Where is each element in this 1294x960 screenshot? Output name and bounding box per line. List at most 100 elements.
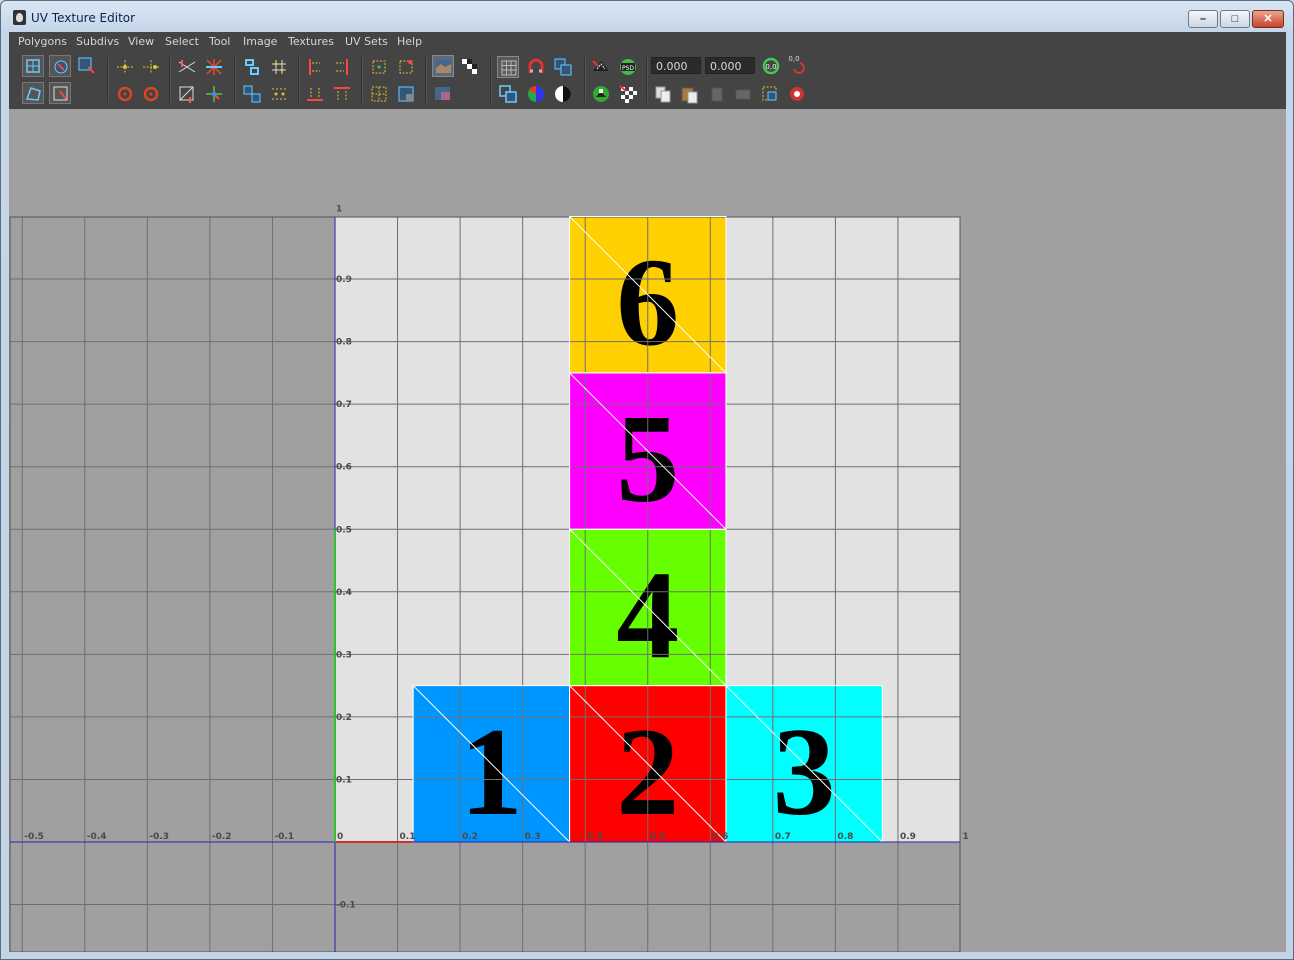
flip-v-icon[interactable] [140,56,162,78]
u-axis-label: 0.1 [400,832,416,842]
separator [490,57,492,103]
flip-u-icon[interactable] [114,56,136,78]
move-and-sew-icon[interactable] [203,83,225,105]
separator [234,57,236,103]
paste-v-icon[interactable] [732,83,754,105]
u-axis-label: 0.8 [837,832,853,842]
v-axis-label: 0.6 [336,463,352,473]
uv-viewport[interactable]: 1 2 3 4 5 6 -0.5 -0.4 -0.3 -0.2 -0.1 0 0.1 0.2 0.3 0.4 0… [9,109,1286,952]
maximize-icon: □ [1231,13,1239,25]
move-uv-shell-tool-icon[interactable] [76,55,98,77]
align-max-v-icon[interactable] [331,83,353,105]
menu-tool[interactable]: Tool [209,35,230,48]
window-title: UV Texture Editor [31,11,136,25]
select-shell-icon[interactable] [395,83,417,105]
u-axis-label: 0.4 [587,832,603,842]
cycle-uvs-icon[interactable] [759,83,781,105]
minimize-icon: – [1199,13,1207,25]
menu-help[interactable]: Help [397,35,422,48]
v-axis-label: 0.8 [336,338,352,348]
menu-subdivs[interactable]: Subdivs [76,35,119,48]
split-uvs-icon[interactable] [203,56,225,78]
dim-image-icon[interactable] [459,56,481,78]
v-axis-label: 0.7 [336,400,352,410]
v-axis-label: 0.3 [336,650,352,660]
shaded-uv-display-icon[interactable] [552,56,574,78]
menu-bar: Polygons Subdivs View Select Tool Image … [9,32,1286,51]
sew-uv-edges-icon[interactable] [176,83,198,105]
texture-borders-icon[interactable] [497,83,519,105]
u-axis-label: -0.4 [87,832,107,842]
separator [584,57,586,103]
menu-select[interactable]: Select [165,35,199,48]
separator [361,57,363,103]
v-axis-label: -0.1 [336,901,356,911]
unfold-uvs-icon[interactable] [241,83,263,105]
select-uv-tool-icon[interactable] [22,82,44,104]
layout-uvs-icon[interactable] [241,56,263,78]
separator [425,57,427,103]
menu-image[interactable]: Image [243,35,277,48]
align-uvs-icon[interactable] [268,56,290,78]
update-psd-icon[interactable]: PSD [617,56,639,78]
select-shell-border-icon[interactable] [368,83,390,105]
v-axis-label: 0.9 [336,275,352,285]
v-axis-label: 0.1 [336,775,352,785]
uv-smudge-tool-icon[interactable] [49,55,71,77]
align-min-v-icon[interactable] [304,83,326,105]
uv-face-number-1: 1 [460,703,523,842]
minimize-button[interactable]: – [1188,10,1218,28]
u-axis-label: 0.7 [775,832,791,842]
uv-lattice-tool-icon[interactable] [22,55,44,77]
title-bar[interactable]: UV Texture Editor – □ ✕ [1,1,1293,33]
rotate-cw-icon[interactable] [140,83,162,105]
uv-sets-icon[interactable] [786,83,808,105]
relax-uvs-icon[interactable] [268,83,290,105]
uv-texture-editor-window: UV Texture Editor – □ ✕ Polygons Subdivs… [0,0,1294,960]
v-axis-label: 0.4 [336,588,352,598]
menu-view[interactable]: View [128,35,154,48]
checker-tiles-icon[interactable] [617,83,639,105]
u-axis-label: 0 [337,832,343,842]
v-value-field[interactable]: 0.000 [705,57,755,74]
refresh-uv-values-icon[interactable]: 0,0 [760,55,782,77]
paste-u-icon[interactable] [706,83,728,105]
cut-uv-edges-icon[interactable] [176,56,198,78]
u-axis-label: 0.5 [650,832,666,842]
maya-app-icon [13,10,26,25]
align-max-u-icon[interactable] [331,56,353,78]
separator [646,57,648,103]
grow-selection-icon[interactable] [368,56,390,78]
separator [107,57,109,103]
u-axis-label: -0.2 [212,832,232,842]
toolbar: PSD 0.000 0.000 0,0 0,0 [9,51,1286,109]
paste-uvs-icon[interactable] [679,83,701,105]
maximize-button[interactable]: □ [1220,10,1250,28]
shrink-selection-icon[interactable] [395,56,417,78]
alpha-channel-icon[interactable] [552,83,574,105]
copy-uvs-icon[interactable] [653,83,675,105]
menu-polygons[interactable]: Polygons [18,35,67,48]
separator [169,57,171,103]
reset-label: 0,0 [788,55,799,63]
display-image-icon[interactable] [432,55,454,77]
menu-uv-sets[interactable]: UV Sets [345,35,388,48]
rotate-ccw-icon[interactable] [114,83,136,105]
align-min-u-icon[interactable] [304,56,326,78]
u-value-field[interactable]: 0.000 [651,57,701,74]
image-range-icon[interactable] [590,56,612,78]
snap-pixels-icon[interactable] [525,56,547,78]
v-axis-label: 0.2 [336,713,352,723]
use-image-ratio-icon[interactable] [590,83,612,105]
view-grid-icon[interactable] [497,56,519,78]
rgb-channels-icon[interactable] [525,83,547,105]
menu-textures[interactable]: Textures [288,35,334,48]
close-icon: ✕ [1263,13,1273,25]
v-axis-label: 1 [336,205,342,215]
uv-transform-entry-icon[interactable]: 0,0 [786,53,808,75]
close-button[interactable]: ✕ [1252,10,1284,28]
tweak-uv-tool-icon[interactable] [49,82,71,104]
zero-label: 0,0 [765,63,776,71]
filtered-image-icon[interactable] [432,83,454,105]
uv-grid-canvas[interactable]: 1 2 3456-0.5 -0.4 -0.3 -0.2 -0.1 0 0.1 0.2 0.3 0.4 0… [9,109,1286,952]
